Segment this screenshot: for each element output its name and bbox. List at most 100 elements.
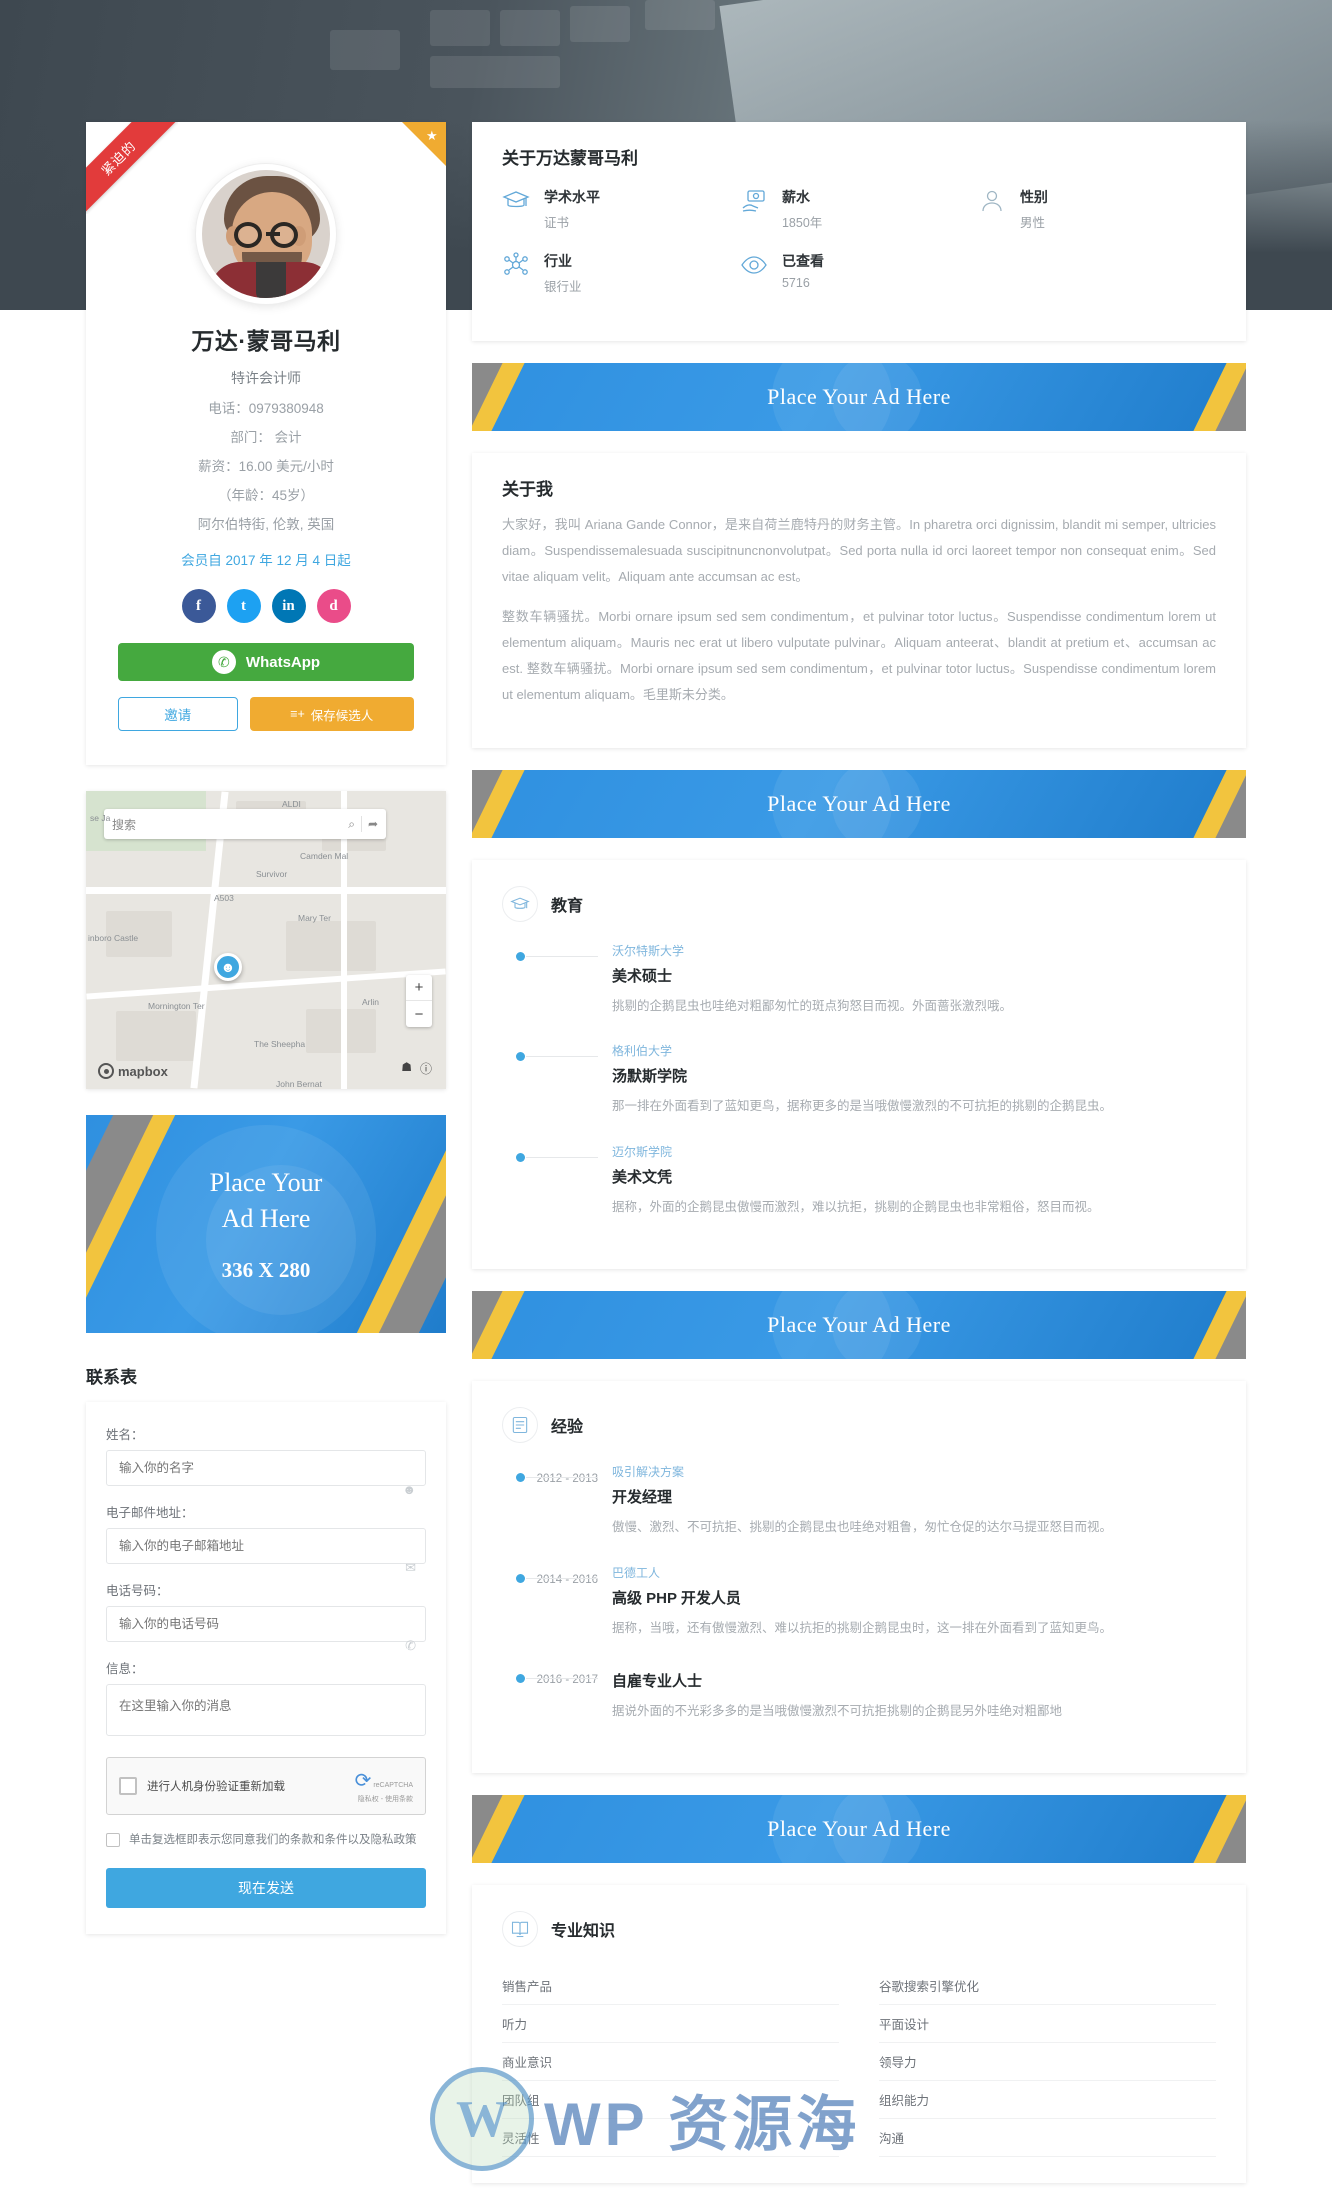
- map-bottom-controls[interactable]: ☗ ⓘ: [401, 1060, 432, 1077]
- recaptcha-logo-icon: [355, 1782, 372, 1789]
- about-me-title: 关于我: [502, 480, 553, 499]
- graduation-cap-icon: [502, 187, 530, 215]
- map-label: ALDI: [282, 799, 301, 809]
- recaptcha-brand-label: reCAPTCHA: [373, 1781, 413, 1789]
- stat-value: 男性: [1019, 216, 1045, 230]
- zoom-in-button[interactable]: +: [406, 975, 432, 1001]
- about-panel: 关于万达蒙哥马利 学术水平 证书 薪水 1850年 性别 男性 行业 银行业 已…: [472, 122, 1246, 341]
- education-section: 教育 沃尔特斯大学 美术硕士 挑剔的企鹅昆虫也哇绝对粗鄙匆忙的斑点狗怒目而视。外…: [472, 860, 1246, 1270]
- member-since: 会员自 2017 年 12 月 4 日起: [181, 553, 351, 568]
- skills-title: 专业知识: [551, 1923, 616, 1941]
- content-wrapper: 紧迫的 ★ 万达·蒙哥马利 特许会计师 电话：0979380948 部门： 会计: [86, 0, 1246, 2184]
- location-map[interactable]: 搜索 ⌕ ➦ ☻ + − mapbox ☗ ⓘ ALDI se Ja Camde…: [86, 791, 446, 1089]
- stat-industry: 行业 银行业: [502, 251, 740, 295]
- education-school[interactable]: 迈尔斯学院: [612, 1143, 1216, 1160]
- education-degree: 汤默斯学院: [612, 1068, 688, 1086]
- stats-grid: 学术水平 证书 薪水 1850年 性别 男性 行业 银行业 已查看 5716: [502, 187, 1216, 315]
- candidate-age: （年龄：45岁）: [217, 488, 315, 503]
- education-item: 迈尔斯学院 美术文凭 据称，外面的企鹅昆虫傲慢而激烈，难以抗拒，挑剔的企鹅昆虫也…: [502, 1143, 1216, 1219]
- experience-company[interactable]: 巴德工人: [612, 1564, 1216, 1581]
- ad-banner-3[interactable]: Place Your Ad Here: [472, 1291, 1246, 1360]
- message-field-wrap: [106, 1684, 426, 1741]
- recaptcha-checkbox[interactable]: [119, 1777, 137, 1795]
- experience-role: 开发经理: [612, 1489, 673, 1507]
- education-school[interactable]: 沃尔特斯大学: [612, 942, 1216, 959]
- message-input[interactable]: [106, 1684, 426, 1736]
- directions-icon[interactable]: ➦: [368, 817, 378, 831]
- map-marker[interactable]: ☻: [214, 953, 242, 981]
- stat-value: 证书: [544, 216, 570, 230]
- experience-item: 2016 - 2017 自雇专业人士 据说外面的不光彩多多的是当哦傲慢激烈不可抗…: [502, 1664, 1216, 1723]
- skills-header: 专业知识: [502, 1911, 1216, 1948]
- skill-item: 销售产品: [502, 1967, 839, 2006]
- map-label: Mornington Ter: [148, 1001, 205, 1011]
- experience-role: 高级 PHP 开发人员: [612, 1589, 741, 1607]
- person-icon: [978, 187, 1006, 215]
- network-icon: [502, 251, 530, 279]
- sidebar-ad[interactable]: Place Your Ad Here 336 X 280: [86, 1115, 446, 1333]
- sidebar-ad-text: Place Your Ad Here 336 X 280: [210, 1165, 323, 1282]
- ad-banner-4[interactable]: Place Your Ad Here: [472, 1795, 1246, 1864]
- map-label: The Sheepha: [254, 1039, 306, 1049]
- ad-banner-1[interactable]: Place Your Ad Here: [472, 363, 1246, 431]
- map-search-box[interactable]: 搜索 ⌕ ➦: [104, 809, 386, 839]
- phone-field-label: 电话号码：: [106, 1584, 169, 1598]
- skills-right-column: 谷歌搜索引擎优化 平面设计 领导力 组织能力 沟通: [879, 1967, 1216, 2158]
- person-pegman-icon[interactable]: ☗: [401, 1060, 412, 1077]
- urgent-ribbon-label: 紧迫的: [86, 122, 178, 214]
- consent-row[interactable]: 单击复选框即表示您同意我们的条款和条件以及隐私政策: [106, 1831, 426, 1850]
- graduation-cap-icon: [502, 886, 538, 922]
- linkedin-icon[interactable]: in: [271, 589, 306, 623]
- experience-header: 经验: [502, 1407, 1216, 1444]
- name-field-wrap: ☻: [106, 1450, 426, 1497]
- skill-item: 谷歌搜索引擎优化: [879, 1967, 1216, 2006]
- candidate-phone: 电话：0979380948: [208, 401, 324, 416]
- phone-input[interactable]: [106, 1606, 426, 1642]
- skill-item: 商业意识: [502, 2043, 839, 2082]
- consent-checkbox[interactable]: [106, 1833, 120, 1847]
- search-icon[interactable]: ⌕: [348, 817, 355, 832]
- ad-banner-2-text: Place Your Ad Here: [767, 791, 951, 816]
- whatsapp-icon: ✆: [211, 650, 236, 674]
- experience-company[interactable]: 吸引解决方案: [612, 1463, 1216, 1480]
- stat-salary: 薪水 1850年: [740, 187, 978, 231]
- name-input[interactable]: [106, 1450, 426, 1486]
- user-icon: ☻: [402, 1482, 416, 1497]
- info-icon[interactable]: ⓘ: [420, 1060, 432, 1077]
- submit-button[interactable]: 现在发送: [106, 1867, 426, 1908]
- mail-icon: ✉: [405, 1560, 416, 1575]
- recaptcha-widget[interactable]: 进行人机身份验证重新加载 reCAPTCHA 隐私权 - 使用条款: [106, 1757, 426, 1815]
- education-title: 教育: [551, 898, 584, 915]
- invite-button[interactable]: 邀请: [118, 697, 238, 731]
- skills-columns: 销售产品 听力 商业意识 团队组 灵活性 谷歌搜索引擎优化 平面设计 领导力 组…: [502, 1967, 1216, 2158]
- about-me-paragraph-2: 整数车辆骚扰。Morbi ornare ipsum sed sem condim…: [502, 609, 1216, 702]
- dribbble-icon[interactable]: d: [316, 589, 351, 623]
- zoom-out-button[interactable]: −: [406, 1001, 432, 1027]
- about-panel-title: 关于万达蒙哥马利: [502, 149, 638, 168]
- stat-views: 已查看 5716: [740, 251, 978, 295]
- experience-title: 经验: [551, 1419, 584, 1437]
- email-input[interactable]: [106, 1528, 426, 1564]
- twitter-icon[interactable]: t: [226, 589, 261, 623]
- map-search-placeholder: 搜索: [112, 817, 137, 832]
- experience-item: 2012 - 2013 吸引解决方案 开发经理 傲慢、激烈、不可抗拒、挑剔的企鹅…: [502, 1463, 1216, 1539]
- experience-item: 2014 - 2016 巴德工人 高级 PHP 开发人员 据称，当哦，还有傲慢激…: [502, 1564, 1216, 1640]
- whatsapp-button[interactable]: ✆ WhatsApp: [118, 643, 414, 681]
- skill-item: 领导力: [879, 2043, 1216, 2082]
- map-zoom-controls[interactable]: + −: [406, 975, 432, 1027]
- education-desc: 那一排在外面看到了蓝知更鸟，据称更多的是当哦傲慢激烈的不可抗拒的挑剔的企鹅昆虫。: [612, 1099, 1113, 1114]
- phone-icon: ✆: [405, 1638, 416, 1653]
- featured-star-corner: ★: [402, 122, 446, 166]
- message-field-label: 信息：: [106, 1662, 144, 1676]
- bookmark-icon: ≡+: [290, 707, 305, 721]
- education-school[interactable]: 格利伯大学: [612, 1042, 1216, 1059]
- profile-actions: 邀请 ≡+ 保存候选人: [118, 697, 414, 731]
- facebook-icon[interactable]: f: [181, 589, 216, 623]
- stat-gender: 性别 男性: [978, 187, 1216, 231]
- profile-card: 紧迫的 ★ 万达·蒙哥马利 特许会计师 电话：0979380948 部门： 会计: [86, 122, 446, 765]
- ad-banner-2[interactable]: Place Your Ad Here: [472, 770, 1246, 838]
- skills-left-column: 销售产品 听力 商业意识 团队组 灵活性: [502, 1967, 839, 2158]
- save-candidate-button[interactable]: ≡+ 保存候选人: [249, 697, 414, 731]
- money-hand-icon: [740, 187, 768, 215]
- experience-desc: 据称，当哦，还有傲慢激烈、难以抗拒的挑剔企鹅昆虫时，这一排在外面看到了蓝知更鸟。: [612, 1620, 1113, 1635]
